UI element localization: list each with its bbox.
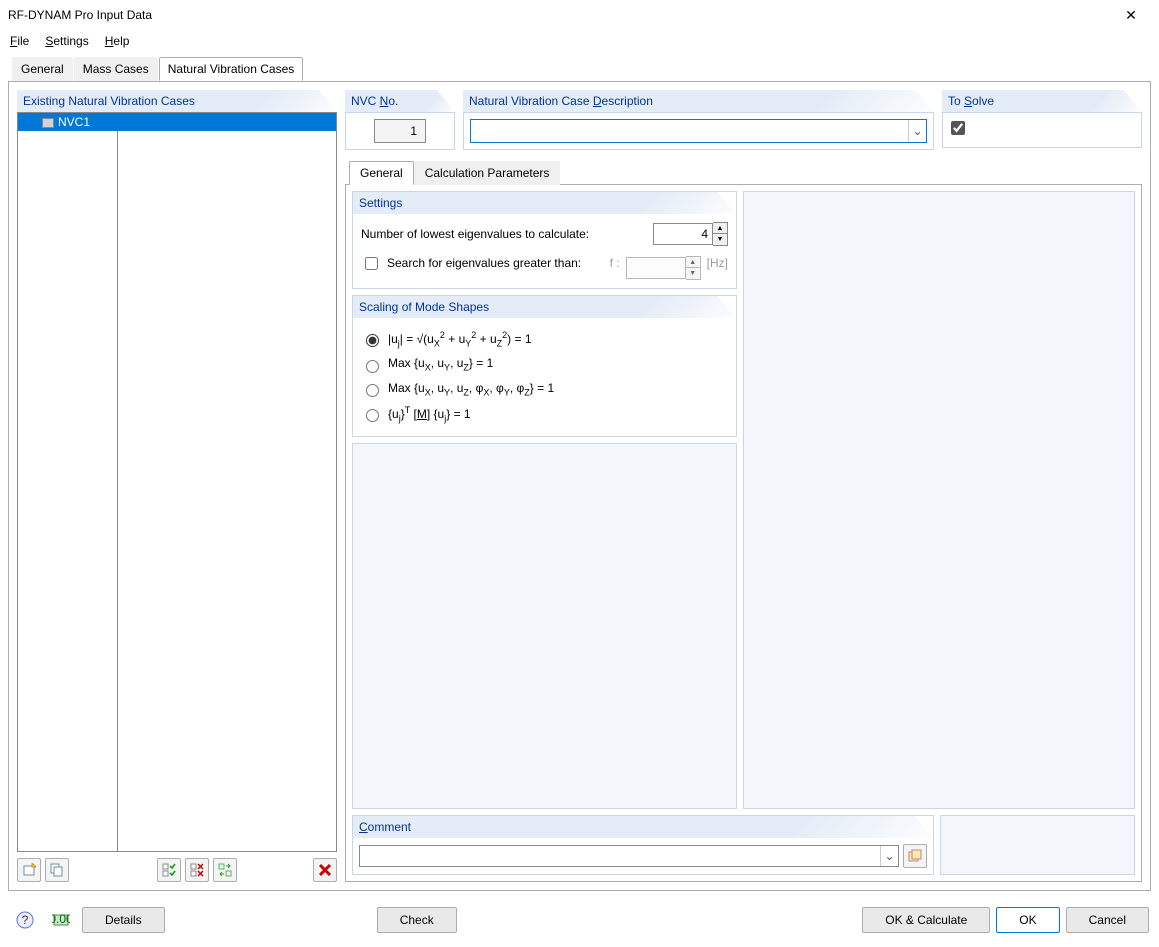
list-item[interactable]: NVC1 xyxy=(18,113,336,131)
to-solve-label: To Solve xyxy=(942,90,1142,112)
existing-nvc-header: Existing Natural Vibration Cases xyxy=(17,90,337,112)
placeholder-box-left xyxy=(352,443,737,809)
tab-nvc[interactable]: Natural Vibration Cases xyxy=(159,57,304,81)
num-eigen-label: Number of lowest eigenvalues to calculat… xyxy=(361,227,647,241)
tab-general[interactable]: General xyxy=(12,57,73,81)
svg-text:?: ? xyxy=(22,913,29,927)
uncheck-all-icon xyxy=(190,863,204,877)
list-item-num: NVC1 xyxy=(58,115,90,129)
ok-button[interactable]: OK xyxy=(996,907,1059,933)
nvc-no-label: NVC No. xyxy=(345,90,455,112)
comment-input[interactable] xyxy=(360,846,880,866)
swap-icon xyxy=(218,863,232,877)
search-gt-label: Search for eigenvalues greater than: xyxy=(387,256,604,270)
toggle-button[interactable] xyxy=(213,858,237,882)
help-button[interactable]: ? xyxy=(10,907,40,933)
scaling-header: Scaling of Mode Shapes xyxy=(353,296,736,318)
settings-group: Settings Number of lowest eigenvalues to… xyxy=(352,191,737,289)
chevron-down-icon[interactable]: ⌄ xyxy=(880,846,898,866)
comment-library-button[interactable] xyxy=(903,844,927,868)
spin-up-icon[interactable]: ▲ xyxy=(713,223,727,234)
scaling-label-2: Max {uX, uY, uZ} = 1 xyxy=(388,356,493,372)
settings-header: Settings xyxy=(353,192,736,214)
sub-tab-general[interactable]: General xyxy=(349,161,414,185)
menu-settings[interactable]: Settings xyxy=(45,34,88,48)
scaling-radio-4[interactable] xyxy=(366,409,379,422)
f-label: f : xyxy=(610,256,620,270)
scaling-label-4: {uj}T [M] {uj} = 1 xyxy=(388,405,471,423)
f-unit: [Hz] xyxy=(707,256,728,270)
close-icon[interactable]: ✕ xyxy=(1111,7,1151,24)
sub-tab-calc[interactable]: Calculation Parameters xyxy=(414,161,561,185)
units-button[interactable]: 0.00 xyxy=(46,907,76,933)
ok-calculate-button[interactable]: OK & Calculate xyxy=(862,907,990,933)
menubar: File Settings Help xyxy=(0,30,1159,56)
scaling-radio-1[interactable] xyxy=(366,334,379,347)
tab-mass-cases[interactable]: Mass Cases xyxy=(74,57,158,81)
spin-down-icon[interactable]: ▼ xyxy=(713,234,727,245)
svg-text:0.00: 0.00 xyxy=(52,912,70,926)
nvc-listbox[interactable]: NVC1 xyxy=(17,112,337,852)
delete-icon xyxy=(318,863,332,877)
nvc-desc-input[interactable] xyxy=(471,121,908,141)
copy-case-button[interactable] xyxy=(45,858,69,882)
nvc-no-input[interactable] xyxy=(374,119,426,143)
scaling-group: Scaling of Mode Shapes |uj| = √(uX2 + uY… xyxy=(352,295,737,437)
placeholder-box-right xyxy=(743,191,1135,809)
nvc-desc-label: Natural Vibration Case Description xyxy=(463,90,934,112)
comment-group: Comment ⌄ xyxy=(352,815,934,875)
right-column: NVC No. Natural Vibration Case Descripti… xyxy=(345,90,1142,882)
cancel-button[interactable]: Cancel xyxy=(1066,907,1149,933)
window-title: RF-DYNAM Pro Input Data xyxy=(8,8,1111,22)
spin-up-icon: ▲ xyxy=(686,257,700,268)
copy-icon xyxy=(50,863,64,877)
spin-down-icon: ▼ xyxy=(686,268,700,279)
deselect-all-button[interactable] xyxy=(185,858,209,882)
nvc-desc-combo[interactable]: ⌄ xyxy=(470,119,927,143)
f-input xyxy=(626,257,686,279)
placeholder-bottom-right xyxy=(940,815,1135,875)
num-eigen-input[interactable] xyxy=(653,223,713,245)
select-all-button[interactable] xyxy=(157,858,181,882)
check-button[interactable]: Check xyxy=(377,907,457,933)
f-spinner: ▲▼ xyxy=(626,256,701,280)
delete-button[interactable] xyxy=(313,858,337,882)
library-icon xyxy=(908,849,922,863)
new-icon xyxy=(22,863,36,877)
menu-help[interactable]: Help xyxy=(105,34,130,48)
left-column: Existing Natural Vibration Cases NVC1 xyxy=(17,90,337,882)
titlebar: RF-DYNAM Pro Input Data ✕ xyxy=(0,0,1159,30)
to-solve-checkbox[interactable] xyxy=(951,121,965,135)
scaling-label-3: Max {uX, uY, uZ, φX, φY, φZ} = 1 xyxy=(388,381,554,397)
sub-panel: Settings Number of lowest eigenvalues to… xyxy=(345,184,1142,882)
scaling-label-1: |uj| = √(uX2 + uY2 + uZ2) = 1 xyxy=(388,330,532,348)
check-all-icon xyxy=(162,863,176,877)
units-icon: 0.00 xyxy=(52,911,70,929)
comment-combo[interactable]: ⌄ xyxy=(359,845,899,867)
scaling-radio-2[interactable] xyxy=(366,360,379,373)
num-eigen-spinner[interactable]: ▲▼ xyxy=(653,222,728,246)
footer: ? 0.00 Details Check OK & Calculate OK C… xyxy=(0,899,1159,943)
chevron-down-icon[interactable]: ⌄ xyxy=(908,120,926,142)
left-toolbar xyxy=(17,852,337,882)
sub-tabs: General Calculation Parameters xyxy=(349,161,1142,185)
new-case-button[interactable] xyxy=(17,858,41,882)
main-tabs: General Mass Cases Natural Vibration Cas… xyxy=(12,57,1151,82)
search-gt-checkbox[interactable] xyxy=(365,257,378,270)
help-icon: ? xyxy=(16,911,34,929)
details-button[interactable]: Details xyxy=(82,907,165,933)
menu-file[interactable]: File xyxy=(10,34,29,48)
main-panel: Existing Natural Vibration Cases NVC1 xyxy=(8,81,1151,891)
scaling-radio-3[interactable] xyxy=(366,384,379,397)
comment-header: Comment xyxy=(353,816,933,838)
case-icon xyxy=(42,118,54,128)
